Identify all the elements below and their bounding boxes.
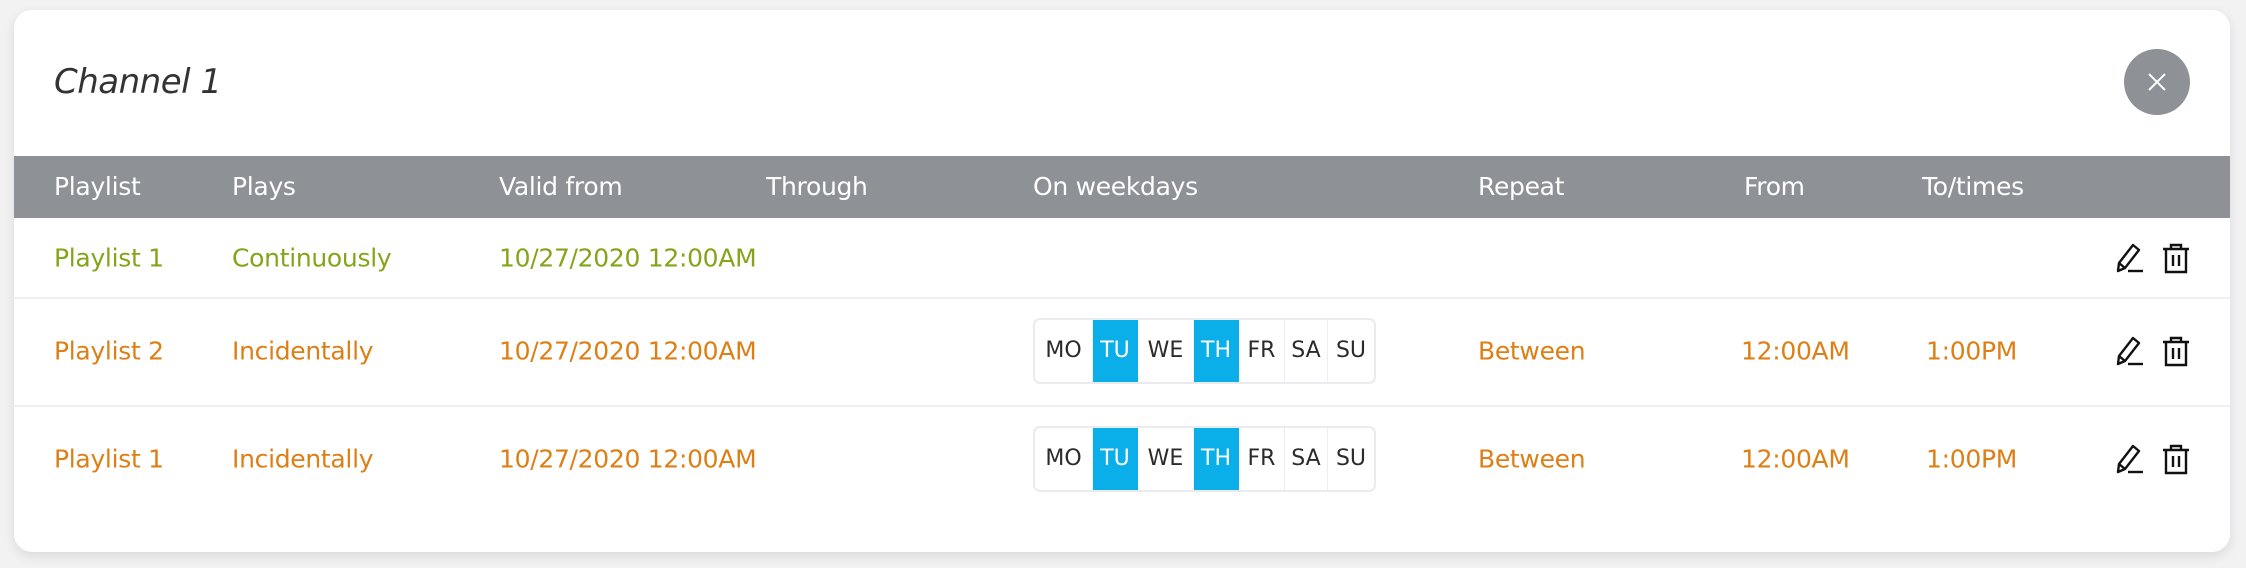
plays-cell: Incidentally [232,444,374,474]
weekday-toggle-we[interactable]: WE [1138,428,1194,490]
weekday-selector: MO TU WE TH FR SA SU [1033,426,1376,492]
delete-button[interactable] [2160,443,2192,475]
trash-icon [2163,444,2189,475]
weekday-selector: MO TU WE TH FR SA SU [1033,318,1376,384]
valid-from-cell: 10/27/2020 12:00AM [499,243,757,272]
pencil-icon [2116,243,2143,272]
repeat-cell: Between [1478,444,1586,474]
close-icon [2148,73,2166,91]
header-on-weekdays[interactable]: On weekdays [1033,156,1198,218]
delete-button[interactable] [2160,335,2192,367]
weekday-toggle-su[interactable]: SU [1328,320,1374,382]
header-plays[interactable]: Plays [232,156,296,218]
playlist-cell: Playlist 2 [54,336,164,366]
weekday-toggle-sa[interactable]: SA [1285,320,1328,382]
edit-button[interactable] [2114,335,2146,367]
weekday-toggle-fr[interactable]: FR [1239,428,1285,490]
to-cell: 1:00PM [1926,444,2017,474]
weekday-toggle-tu[interactable]: TU [1093,428,1138,490]
edit-button[interactable] [2114,242,2146,274]
close-button[interactable] [2124,49,2190,115]
pencil-icon [2116,444,2143,474]
weekday-toggle-sa[interactable]: SA [1285,428,1328,490]
weekday-toggle-su[interactable]: SU [1328,428,1374,490]
row-actions [2114,242,2192,274]
table-row[interactable]: Playlist 1 Incidentally 10/27/2020 12:00AM… [14,405,2230,513]
dialog-title: Channel 1 [54,62,222,102]
weekday-toggle-tu[interactable]: TU [1093,320,1138,382]
to-cell: 1:00PM [1926,336,2017,366]
weekday-toggle-th[interactable]: TH [1194,428,1239,490]
table-header: Playlist Plays Valid from Through On wee… [14,156,2230,218]
header-to-times[interactable]: To/times [1922,156,2024,218]
playlist-cell: Playlist 1 [54,243,164,272]
edit-button[interactable] [2114,443,2146,475]
header-playlist[interactable]: Playlist [54,156,141,218]
valid-from-cell: 10/27/2020 12:00AM [499,444,757,474]
header-from[interactable]: From [1744,156,1805,218]
table-row[interactable]: Playlist 2 Incidentally 10/27/2020 12:00AM… [14,297,2230,407]
valid-from-cell: 10/27/2020 12:00AM [499,336,757,366]
weekday-toggle-we[interactable]: WE [1138,320,1194,382]
weekday-toggle-th[interactable]: TH [1194,320,1239,382]
trash-icon [2163,336,2189,367]
trash-icon [2163,243,2189,273]
from-cell: 12:00AM [1741,336,1850,366]
plays-cell: Continuously [232,243,392,272]
row-actions [2114,443,2192,475]
row-actions [2114,335,2192,367]
pencil-icon [2116,336,2143,366]
repeat-cell: Between [1478,336,1586,366]
header-through[interactable]: Through [766,156,868,218]
weekday-toggle-fr[interactable]: FR [1239,320,1285,382]
weekday-toggle-mo[interactable]: MO [1035,320,1093,382]
plays-cell: Incidentally [232,336,374,366]
from-cell: 12:00AM [1741,444,1850,474]
channel-dialog: Channel 1 Playlist Plays Valid from Thro… [14,10,2230,552]
weekday-toggle-mo[interactable]: MO [1035,428,1093,490]
delete-button[interactable] [2160,242,2192,274]
table-row[interactable]: Playlist 1 Continuously 10/27/2020 12:00AM [14,218,2230,299]
header-repeat[interactable]: Repeat [1478,156,1565,218]
header-valid-from[interactable]: Valid from [499,156,623,218]
playlist-cell: Playlist 1 [54,444,164,474]
